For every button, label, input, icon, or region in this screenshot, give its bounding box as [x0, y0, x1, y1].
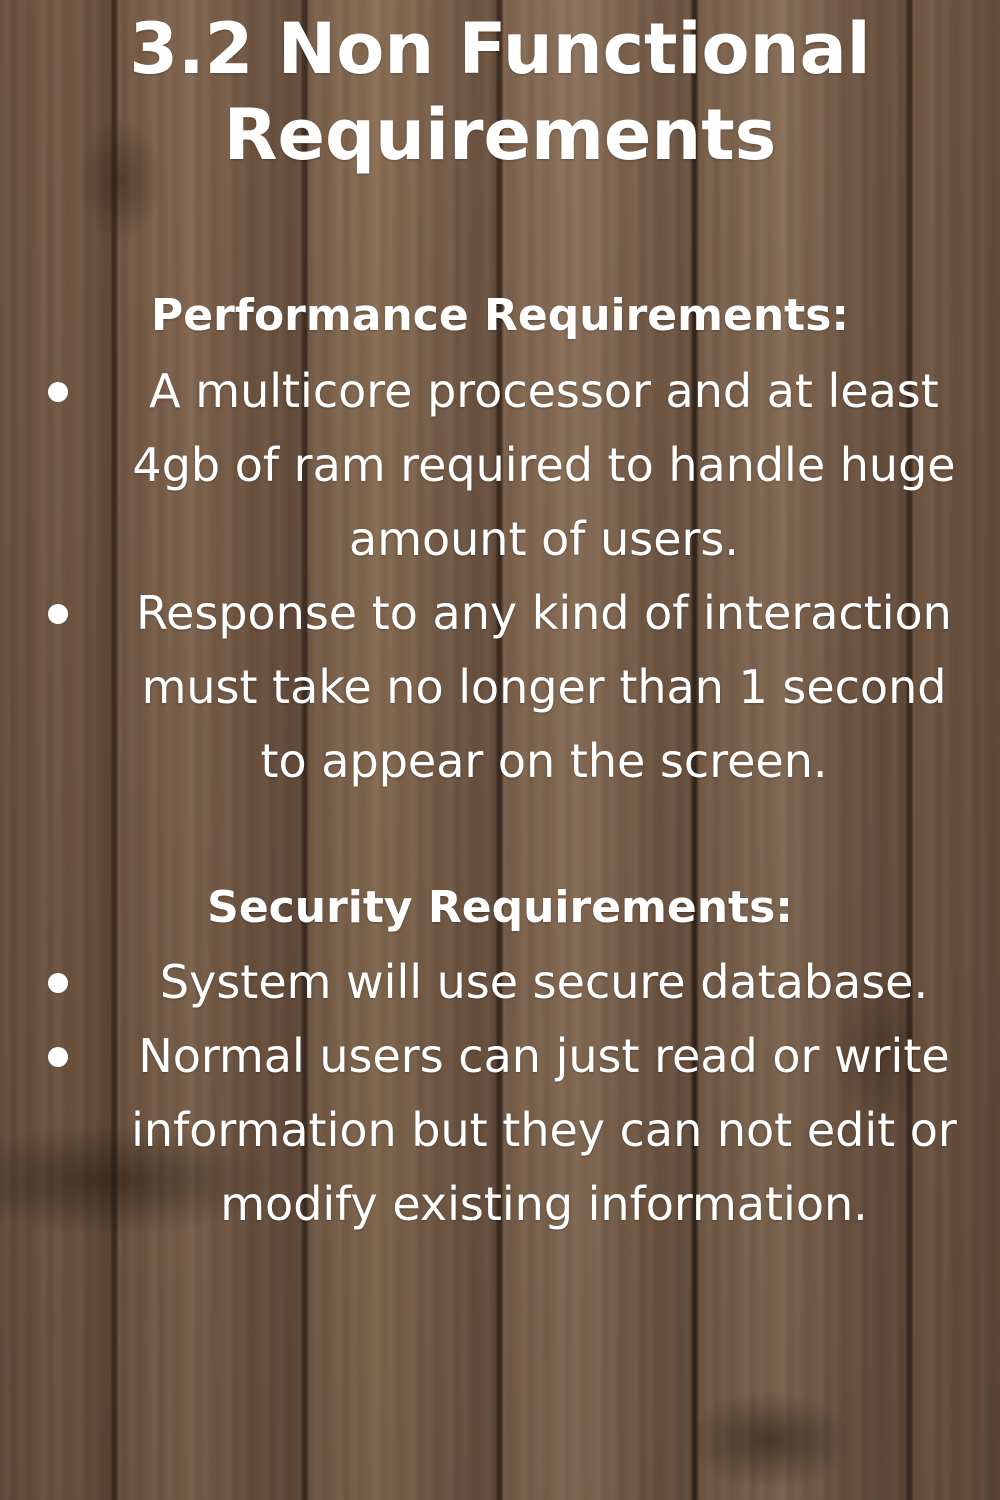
list-item-line: amount of users. [349, 512, 739, 566]
performance-heading: Performance Requirements: [151, 290, 849, 341]
bullet-icon [48, 973, 68, 993]
bullet-icon [48, 1047, 68, 1067]
list-item-line: Normal users can just read or write [138, 1029, 950, 1083]
page-title-line-1: 3.2 Non Functional [129, 8, 871, 90]
page-title: 3.2 Non Functional Requirements [0, 6, 1000, 178]
list-item-line: to appear on the screen. [260, 734, 828, 788]
list-item: System will use secure database. [0, 945, 1000, 1019]
list-item-text: A multicore processor and at least 4gb o… [98, 354, 990, 576]
list-item-line: modify existing information. [220, 1177, 868, 1231]
performance-list: A multicore processor and at least 4gb o… [0, 354, 1000, 798]
list-item: Response to any kind of interaction must… [0, 576, 1000, 798]
list-item: A multicore processor and at least 4gb o… [0, 354, 1000, 576]
bullet-icon [48, 382, 68, 402]
list-item: Normal users can just read or write info… [0, 1019, 1000, 1241]
security-heading: Security Requirements: [207, 882, 793, 933]
list-item-line: Response to any kind of interaction [136, 586, 952, 640]
list-item-line: 4gb of ram required to handle huge [132, 438, 956, 492]
list-item-line: must take no longer than 1 second [141, 660, 947, 714]
security-list: System will use secure database. Normal … [0, 945, 1000, 1241]
list-item-line: information but they can not edit or [131, 1103, 957, 1157]
list-item-text: Response to any kind of interaction must… [98, 576, 990, 798]
bullet-icon [48, 604, 68, 624]
list-item-line: System will use secure database. [159, 955, 929, 1009]
page-title-line-2: Requirements [223, 94, 777, 176]
list-item-line: A multicore processor and at least [149, 364, 939, 418]
list-item-text: System will use secure database. [98, 945, 990, 1019]
list-item-text: Normal users can just read or write info… [98, 1019, 990, 1241]
